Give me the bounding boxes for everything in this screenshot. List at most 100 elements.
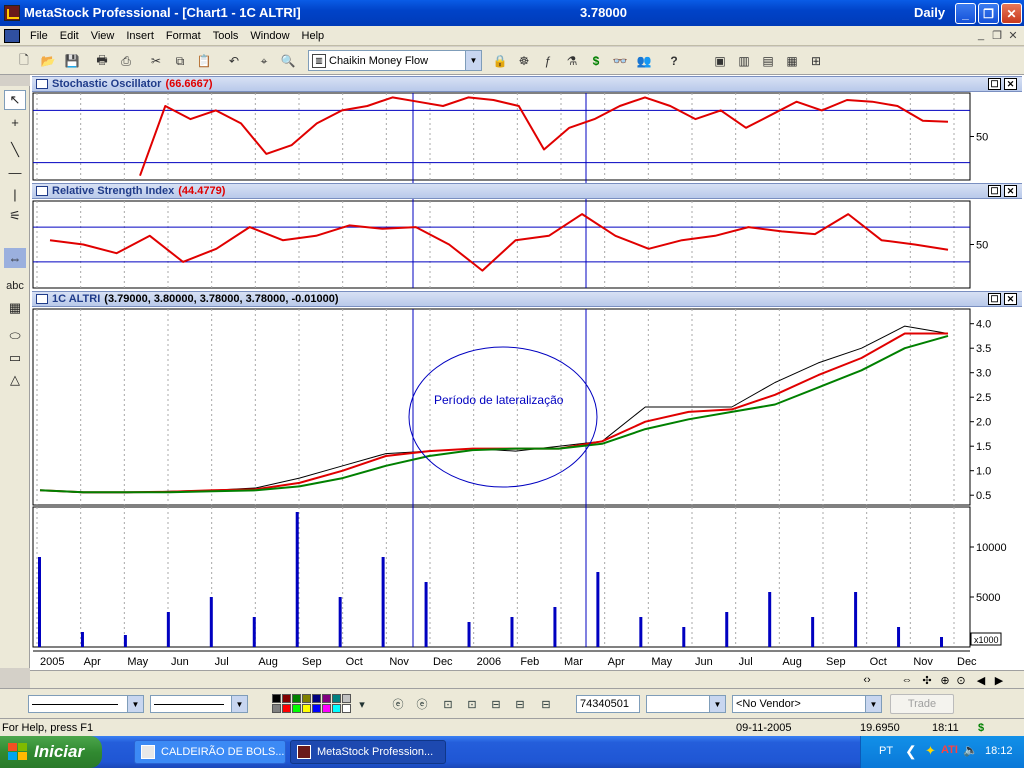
grid-tool-icon[interactable]: ▦ [4,298,26,318]
color-swatch[interactable] [282,694,291,703]
indicator-builder-icon[interactable]: ƒ [538,51,558,71]
color-swatch[interactable] [302,704,311,713]
people-icon[interactable]: 👥 [634,51,654,71]
security-select[interactable]: ▼ [646,695,726,713]
chart-up-icon[interactable]: ⊡ [440,696,456,712]
split-horizontal-icon[interactable]: ⊟ [488,696,504,712]
system-tester-icon[interactable]: ⚗ [562,51,582,71]
split-panel-icon[interactable]: ⊟ [538,696,554,712]
menu-view[interactable]: View [85,30,121,42]
horizontal-line-tool-icon[interactable]: — [4,162,26,182]
palette-dropdown-icon[interactable]: ▾ [354,696,370,712]
menu-file[interactable]: File [24,30,54,42]
explorer-icon[interactable]: ☸ [514,51,534,71]
triangle-tool-icon[interactable]: △ [4,370,26,390]
zoom-out-icon[interactable]: ‹› [860,673,874,687]
menu-tools[interactable]: Tools [207,30,245,42]
panel-restore-icon[interactable]: ☐ [988,78,1001,90]
tray-back-icon[interactable]: ❮ [905,743,917,760]
binoculars-icon[interactable]: 👓 [610,51,630,71]
color-swatch[interactable] [312,704,321,713]
metastock-app-icon[interactable] [4,5,20,21]
tile-grid-icon[interactable]: ▦ [782,51,802,71]
color-swatch[interactable] [332,694,341,703]
tile-vertical-icon[interactable]: ▥ [734,51,754,71]
chevron-down-icon[interactable]: ▼ [231,696,247,712]
tray-volume-icon[interactable]: 🔈 [963,743,978,757]
new-icon[interactable]: 🗋 [14,51,34,71]
chevron-down-icon[interactable]: ▼ [465,51,481,70]
restore-button[interactable]: ❐ [978,3,999,24]
dollar-icon[interactable]: $ [586,51,606,71]
save-icon[interactable]: 💾 [62,51,82,71]
rectangle-tool-icon[interactable]: ▭ [4,348,26,368]
context-help-icon[interactable]: ? [664,51,684,71]
tray-antivirus-icon[interactable]: ATI [941,744,958,756]
panel-close-icon[interactable]: ✕ [1004,78,1017,90]
menu-help[interactable]: Help [296,30,331,42]
taskbar-item-metastock[interactable]: MetaStock Profession... [290,740,446,764]
paste-icon[interactable]: 📋 [194,51,214,71]
text-tool-icon[interactable]: abc [4,276,26,296]
vertical-line-tool-icon[interactable]: | [4,184,26,204]
undo-icon[interactable]: ↶ [224,51,244,71]
start-button[interactable]: Iniciar [0,736,102,768]
line-style-select[interactable]: ▼ [28,695,144,713]
minimize-button[interactable]: _ [955,3,976,24]
vendor-select[interactable]: <No Vendor> ▼ [732,695,882,713]
chevron-down-icon[interactable]: ▼ [709,696,725,712]
language-indicator[interactable]: PT [879,745,893,757]
scroll-tool-icon[interactable]: ⇔ [4,248,26,268]
crosshair-icon[interactable]: ⌖ [254,51,274,71]
trade-button[interactable]: Trade [890,694,954,714]
tray-security-icon[interactable]: ✦ [925,743,936,759]
zoom-reset-icon[interactable]: ⊙ [954,673,968,687]
panel-close-icon[interactable]: ✕ [1004,293,1017,305]
stochastic-panel-header[interactable]: Stochastic Oscillator (66.6667) ☐ ✕ [32,76,1022,92]
indicator-select[interactable]: ▥ Chaikin Money Flow ▼ [308,50,482,71]
price-panel-header[interactable]: 1C ALTRI (3.79000, 3.80000, 3.78000, 3.7… [32,291,1022,307]
color-swatch[interactable] [312,694,321,703]
color-swatch[interactable] [282,704,291,713]
menu-edit[interactable]: Edit [54,30,85,42]
expert-advisor-icon[interactable]: 🔒 [490,51,510,71]
arrange-icon[interactable]: ⊞ [806,51,826,71]
ellipse-tool-icon[interactable]: ⬭ [4,326,26,346]
color-swatch[interactable] [272,704,281,713]
trendline-tool-icon[interactable]: ╲ [4,140,26,160]
panel-close-icon[interactable]: ✕ [1004,185,1017,197]
color-swatch[interactable] [292,704,301,713]
open-icon[interactable]: 📂 [38,51,58,71]
scroll-left-icon[interactable]: ⇔ [900,673,914,687]
line-weight-select[interactable]: ▼ [150,695,248,713]
zoom-icon[interactable]: 🔍 [278,51,298,71]
color-swatch[interactable] [292,694,301,703]
ie-icon[interactable]: ⓔ [390,696,406,712]
color-palette[interactable] [272,694,352,714]
chart-window[interactable]: Período de lateralização 2005 Apr May Jun Ju… [30,75,1024,670]
security-number-field[interactable]: 74340501 [576,695,640,713]
copy-icon[interactable]: ⧉ [170,51,190,71]
taskbar-item-caldeirao[interactable]: CALDEIRÃO DE BOLS... [134,740,286,764]
cut-icon[interactable]: ✂ [146,51,166,71]
scroll-right-icon[interactable]: ✣ [920,673,934,687]
menu-insert[interactable]: Insert [120,30,160,42]
panel-restore-icon[interactable]: ☐ [988,185,1001,197]
color-swatch[interactable] [322,694,331,703]
print-icon[interactable]: 🖶 [92,51,112,71]
close-button[interactable]: ✕ [1001,3,1022,24]
chevron-down-icon[interactable]: ▼ [865,696,881,712]
color-swatch[interactable] [342,694,351,703]
print-preview-icon[interactable]: ⎙ [116,51,136,71]
mdi-minimize-icon[interactable]: _ [974,29,988,41]
chevron-down-icon[interactable]: ▼ [127,696,143,712]
color-swatch[interactable] [302,694,311,703]
rsi-panel-header[interactable]: Relative Strength Index (44.4779) ☐ ✕ [32,183,1022,199]
pointer-tool-icon[interactable]: ↖ [4,90,26,110]
color-swatch[interactable] [322,704,331,713]
left-arrow-icon[interactable]: ◀ [974,673,988,687]
color-swatch[interactable] [332,704,341,713]
color-swatch[interactable] [272,694,281,703]
mdi-close-icon[interactable]: ✕ [1006,29,1020,42]
cascade-icon[interactable]: ▣ [710,51,730,71]
